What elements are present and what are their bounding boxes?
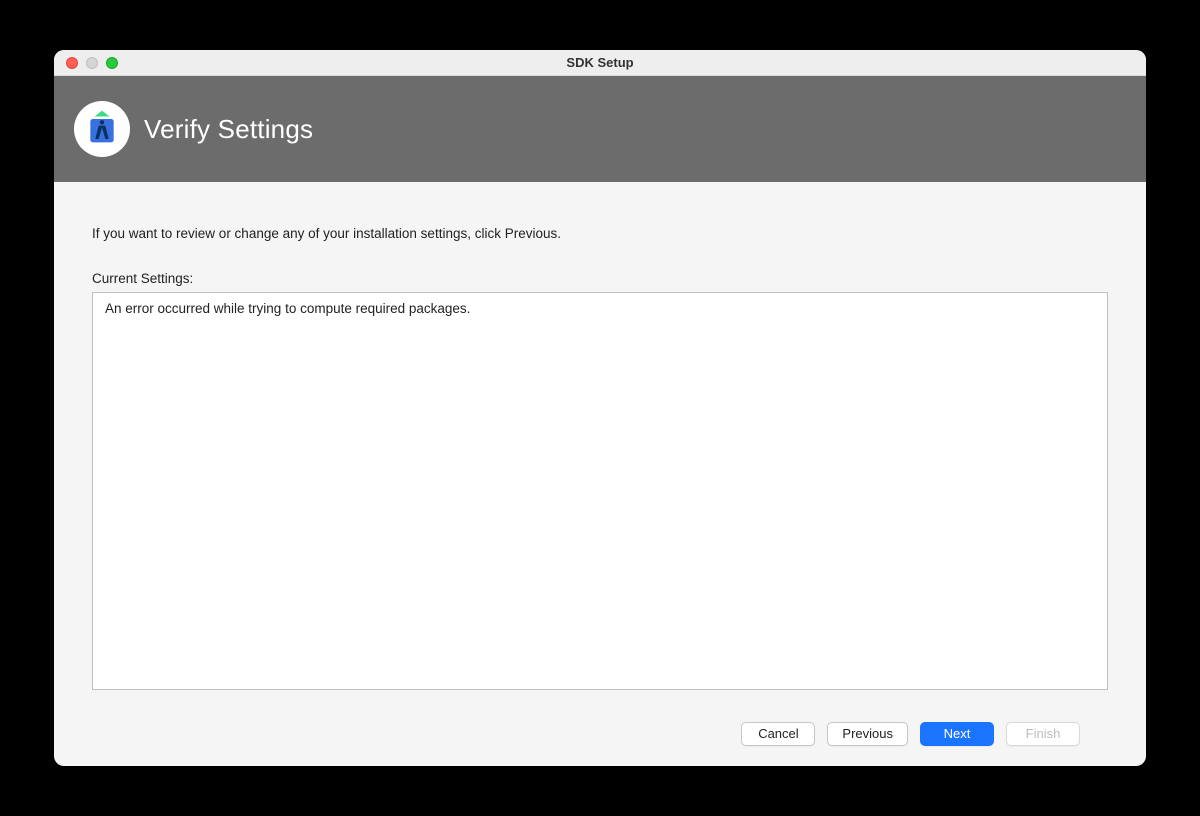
titlebar[interactable]: SDK Setup bbox=[54, 50, 1146, 76]
close-icon[interactable] bbox=[66, 57, 78, 69]
window-controls bbox=[54, 57, 118, 69]
sdk-setup-window: SDK Setup Verify Settings If you want to… bbox=[54, 50, 1146, 766]
current-settings-box[interactable]: An error occurred while trying to comput… bbox=[92, 292, 1108, 690]
wizard-content: If you want to review or change any of y… bbox=[54, 182, 1146, 766]
maximize-icon[interactable] bbox=[106, 57, 118, 69]
wizard-footer: Cancel Previous Next Finish bbox=[92, 702, 1108, 766]
current-settings-label: Current Settings: bbox=[92, 271, 1108, 286]
android-studio-icon bbox=[74, 101, 130, 157]
wizard-step-title: Verify Settings bbox=[144, 114, 313, 145]
wizard-banner: Verify Settings bbox=[54, 76, 1146, 182]
next-button[interactable]: Next bbox=[920, 722, 994, 746]
intro-text: If you want to review or change any of y… bbox=[92, 226, 1108, 241]
settings-message: An error occurred while trying to comput… bbox=[105, 301, 470, 316]
finish-button: Finish bbox=[1006, 722, 1080, 746]
window-title: SDK Setup bbox=[54, 55, 1146, 70]
minimize-icon bbox=[86, 57, 98, 69]
previous-button[interactable]: Previous bbox=[827, 722, 908, 746]
cancel-button[interactable]: Cancel bbox=[741, 722, 815, 746]
desktop: SDK Setup Verify Settings If you want to… bbox=[0, 0, 1200, 816]
